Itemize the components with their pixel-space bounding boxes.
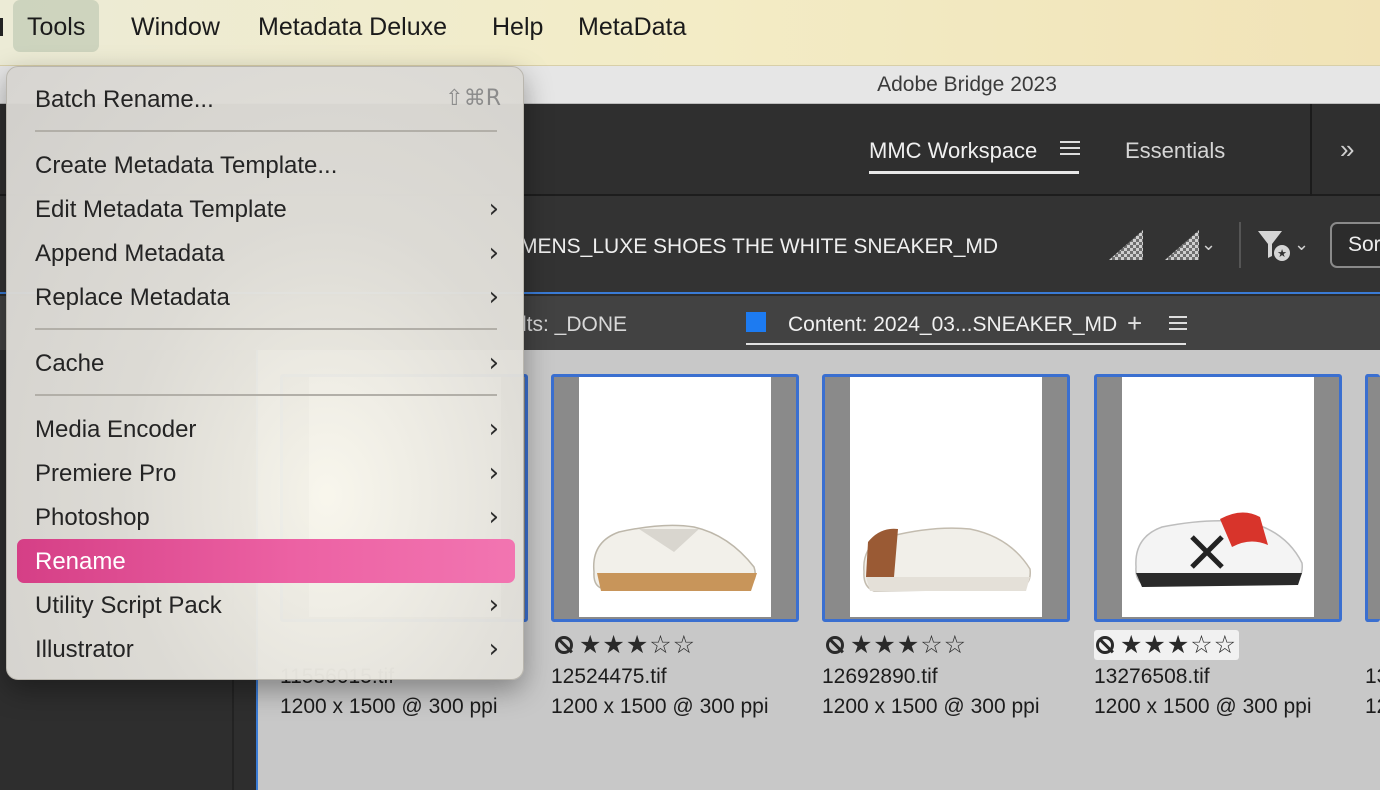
menu-item-utility-script-pack[interactable]: Utility Script Pack › xyxy=(17,585,515,625)
file-name: 13 xyxy=(1365,665,1380,688)
menu-item-label: Rename xyxy=(35,548,126,575)
file-name: 12692890.tif xyxy=(822,665,938,688)
rating-stars[interactable]: ★★★☆☆ xyxy=(553,630,698,660)
menu-item-cache[interactable]: Cache › xyxy=(17,343,515,383)
workspace-essentials[interactable]: Essentials xyxy=(1125,138,1225,164)
file-dimensions: 1200 x 1500 @ 300 ppi xyxy=(1094,695,1312,718)
plus-icon[interactable]: + xyxy=(1127,308,1142,339)
file-dimensions: 1200 x 1500 @ 300 ppi xyxy=(280,695,498,718)
menu-item-append-metadata[interactable]: Append Metadata › xyxy=(17,233,515,273)
chevron-right-icon: › xyxy=(488,194,499,224)
reject-icon[interactable] xyxy=(555,636,573,654)
menu-item-illustrator[interactable]: Illustrator › xyxy=(17,629,515,669)
file-dimensions: 1200 x 1500 @ 300 ppi xyxy=(822,695,1040,718)
workspace-active-indicator xyxy=(869,171,1079,174)
star-rating[interactable]: ★★★☆☆ xyxy=(850,631,967,659)
menu-item-replace-metadata[interactable]: Replace Metadata › xyxy=(17,277,515,317)
chevron-right-icon: › xyxy=(488,634,499,664)
menu-item-photoshop[interactable]: Photoshop › xyxy=(17,497,515,537)
workspace-menu-icon[interactable] xyxy=(1060,138,1080,158)
thumbnail-card[interactable] xyxy=(822,374,1070,622)
svg-text:★: ★ xyxy=(1277,247,1287,260)
menu-separator xyxy=(35,328,497,330)
menu-item-label: Photoshop xyxy=(35,504,150,531)
menu-item-label: Edit Metadata Template xyxy=(35,196,287,223)
menu-item-label: Cache xyxy=(35,350,105,377)
chevron-right-icon: › xyxy=(488,590,499,620)
star-rating[interactable]: ★★★☆☆ xyxy=(579,631,696,659)
menu-item-label: Replace Metadata xyxy=(35,284,230,311)
menu-separator xyxy=(35,130,497,132)
double-chevron-right-icon[interactable]: » xyxy=(1340,134,1354,165)
menu-item-label: Append Metadata xyxy=(35,240,225,267)
workspace-divider xyxy=(1310,104,1312,196)
chevron-down-icon[interactable]: ⌄ xyxy=(1201,234,1216,255)
menu-item-rename[interactable]: Rename xyxy=(17,539,515,583)
chevron-right-icon: › xyxy=(488,238,499,268)
tab-results[interactable]: lts: _DONE xyxy=(522,313,627,337)
chevron-right-icon: › xyxy=(488,348,499,378)
menu-item-label: Media Encoder xyxy=(35,416,197,443)
thumbnail-card[interactable] xyxy=(1365,374,1380,622)
chevron-right-icon: › xyxy=(488,502,499,532)
menu-bar: Tools Window Metadata Deluxe Help MetaDa… xyxy=(0,0,1380,66)
menu-item-label: Utility Script Pack xyxy=(35,592,222,619)
chevron-right-icon: › xyxy=(488,458,499,488)
reject-icon[interactable] xyxy=(826,636,844,654)
menu-help[interactable]: Help xyxy=(478,0,557,52)
sneaker-image xyxy=(863,527,1031,592)
file-dimensions: 1200 x 1500 @ 300 ppi xyxy=(551,695,769,718)
menu-metadata[interactable]: MetaData xyxy=(564,0,700,52)
menu-separator xyxy=(35,394,497,396)
file-dimensions: 12 xyxy=(1365,695,1380,718)
menu-tools[interactable]: Tools xyxy=(13,0,100,52)
file-name: 12524475.tif xyxy=(551,665,667,688)
menu-item-media-encoder[interactable]: Media Encoder › xyxy=(17,409,515,449)
chevron-down-icon[interactable]: ⌄ xyxy=(1294,234,1309,255)
menu-item-label: Batch Rename... xyxy=(35,86,214,113)
chevron-right-icon: › xyxy=(488,414,499,444)
menu-item-create-metadata-template[interactable]: Create Metadata Template... xyxy=(17,145,515,185)
thumbnail-image xyxy=(1122,377,1314,617)
sneaker-image xyxy=(1135,512,1303,587)
panel-menu-icon[interactable] xyxy=(1169,316,1187,334)
path-bar-divider xyxy=(1239,222,1241,268)
star-rating[interactable]: ★★★☆☆ xyxy=(1120,631,1237,659)
menu-window[interactable]: Window xyxy=(117,0,234,52)
thumbnail-quality-icon[interactable] xyxy=(1109,230,1143,260)
tab-content[interactable]: Content: 2024_03...SNEAKER_MD xyxy=(788,313,1117,337)
thumbnail-card[interactable] xyxy=(551,374,799,622)
menu-item-label: Premiere Pro xyxy=(35,460,177,487)
shortcut-label: ⇧⌘R xyxy=(445,86,501,111)
menu-item-label: Create Metadata Template... xyxy=(35,152,338,179)
menu-metadata-deluxe[interactable]: Metadata Deluxe xyxy=(244,0,461,52)
sort-button[interactable]: Sort xyxy=(1330,222,1380,268)
tools-menu: Batch Rename... ⇧⌘R Create Metadata Temp… xyxy=(6,66,524,680)
reject-icon[interactable] xyxy=(1096,636,1114,654)
thumbnail-image xyxy=(850,377,1042,617)
tab-active-indicator xyxy=(746,343,1186,345)
menu-item-edit-metadata-template[interactable]: Edit Metadata Template › xyxy=(17,189,515,229)
tab-color-label-icon xyxy=(746,312,766,332)
menu-item-batch-rename[interactable]: Batch Rename... ⇧⌘R xyxy=(17,79,515,119)
rating-stars[interactable]: ★★★☆☆ xyxy=(824,630,969,660)
menu-item-label: Illustrator xyxy=(35,636,134,663)
menu-bar-edge xyxy=(0,18,3,36)
thumbnail-image xyxy=(579,377,771,617)
workspace-mmc[interactable]: MMC Workspace xyxy=(869,138,1037,164)
path-breadcrumb[interactable]: MENS_LUXE SHOES THE WHITE SNEAKER_MD xyxy=(520,235,998,259)
sneaker-image xyxy=(592,524,757,591)
file-name: 13276508.tif xyxy=(1094,665,1210,688)
rating-stars[interactable]: ★★★☆☆ xyxy=(1094,630,1240,660)
filter-starred-icon[interactable]: ★ xyxy=(1256,228,1292,262)
chevron-right-icon: › xyxy=(488,282,499,312)
menu-item-premiere-pro[interactable]: Premiere Pro › xyxy=(17,453,515,493)
thumbnail-card[interactable] xyxy=(1094,374,1342,622)
preview-quality-icon[interactable] xyxy=(1165,230,1199,260)
